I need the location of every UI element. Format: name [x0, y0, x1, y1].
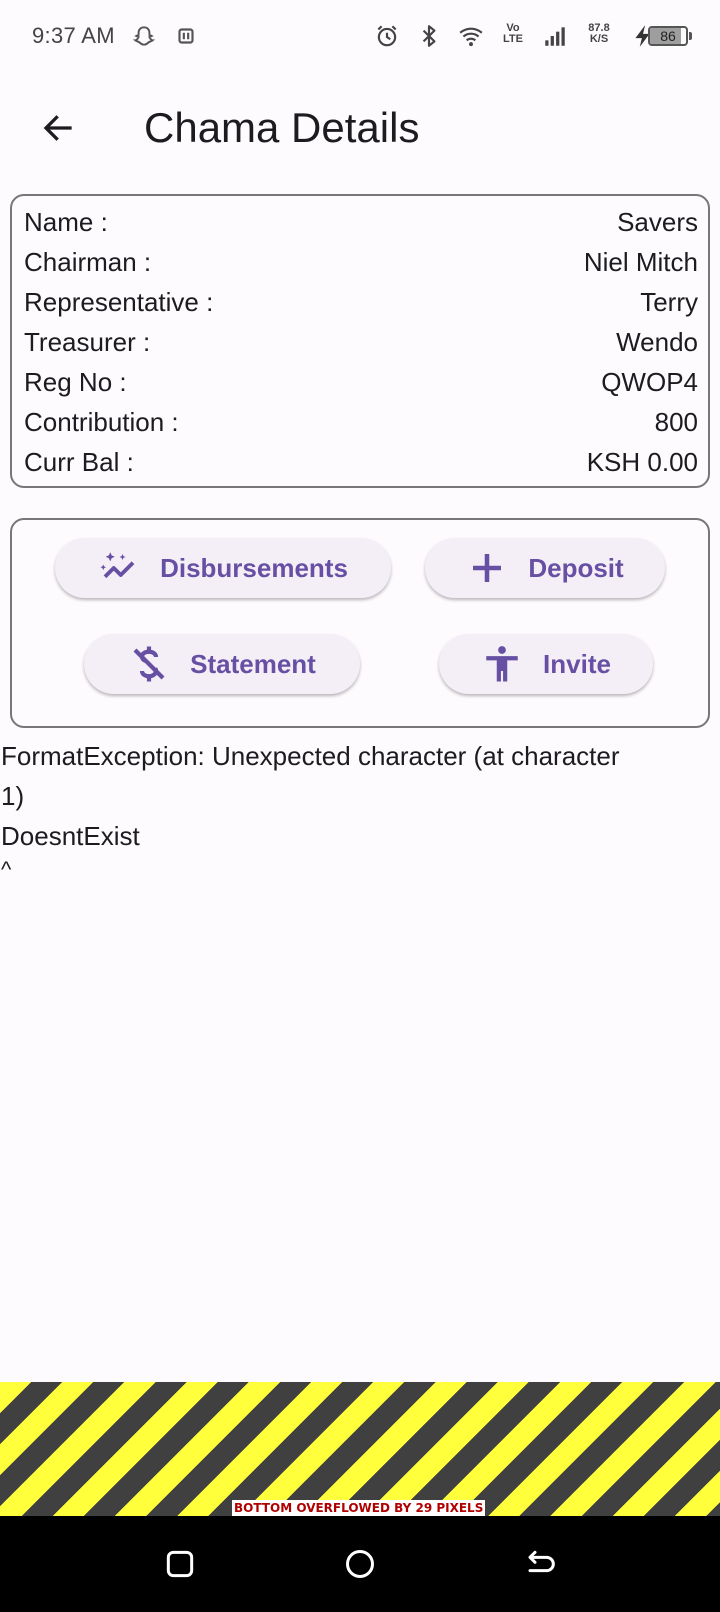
detail-value: 800: [654, 406, 698, 437]
plus-icon: [473, 554, 502, 582]
system-nav-bar: [0, 1516, 720, 1612]
deposit-label: Deposit: [528, 552, 624, 583]
actions-card: Disbursements Deposit Statement Invite: [10, 518, 710, 728]
disbursements-label: Disbursements: [160, 552, 348, 583]
error-line-3: DoesntExist: [1, 821, 140, 851]
signal-icon: [542, 23, 568, 49]
disbursements-button[interactable]: Disbursements: [55, 538, 391, 598]
detail-row-treasurer: Treasurer : Wendo: [24, 322, 698, 362]
detail-label: Chairman :: [24, 246, 152, 277]
detail-value: Wendo: [616, 326, 698, 357]
accessibility-icon: [486, 646, 518, 682]
detail-label: Name :: [24, 206, 108, 237]
arrow-back-icon: [43, 115, 72, 141]
volte-bottom-text: LTE: [503, 33, 523, 45]
detail-row-representative: Representative : Terry: [24, 282, 698, 322]
status-bar: 9:37 AM Vo LTE 87.8 K/S 86: [0, 0, 720, 72]
detail-row-curr-bal: Curr Bal : KSH 0.00: [24, 442, 698, 482]
invite-label: Invite: [543, 648, 611, 679]
detail-label: Representative :: [24, 286, 214, 317]
detail-row-reg-no: Reg No : QWOP4: [24, 362, 698, 402]
detail-value: Terry: [640, 286, 698, 317]
detail-label: Treasurer :: [24, 326, 151, 357]
error-caret: ^: [1, 857, 12, 882]
money-off-icon: [133, 646, 165, 682]
detail-value: Niel Mitch: [583, 246, 698, 277]
error-line-2: 1): [1, 781, 25, 811]
detail-label: Curr Bal :: [24, 446, 134, 477]
deposit-button[interactable]: Deposit: [425, 538, 665, 598]
status-time: 9:37 AM: [32, 23, 115, 48]
nfc-icon: [173, 23, 199, 49]
status-left-group: 9:37 AM: [32, 23, 199, 49]
detail-label: Contribution :: [24, 406, 179, 437]
detail-value: QWOP4: [601, 366, 698, 397]
statement-label: Statement: [190, 648, 316, 679]
status-right-group: Vo LTE 87.8 K/S 86: [374, 23, 692, 49]
battery-level: 86: [660, 28, 676, 44]
detail-row-contribution: Contribution : 800: [24, 402, 698, 442]
back-button[interactable]: [28, 98, 88, 158]
volte-icon: Vo LTE: [500, 23, 526, 49]
error-message: FormatException: Unexpected character (a…: [1, 736, 711, 884]
system-back-button[interactable]: [520, 1544, 560, 1584]
detail-value: Savers: [617, 206, 698, 237]
charging-bolt-icon: [630, 23, 650, 49]
chama-details-card: Name : Savers Chairman : Niel Mitch Repr…: [10, 194, 710, 488]
recents-button[interactable]: [160, 1544, 200, 1584]
auto-graph-icon: [100, 552, 135, 579]
battery-indicator: 86: [630, 23, 692, 49]
app-bar: Chama Details: [0, 72, 720, 184]
home-button[interactable]: [340, 1544, 380, 1584]
alarm-icon: [374, 23, 400, 49]
overflow-warning-label: BOTTOM OVERFLOWED BY 29 PIXELS: [232, 1500, 486, 1516]
invite-button[interactable]: Invite: [439, 634, 653, 694]
recents-icon: [166, 1550, 194, 1578]
bluetooth-icon: [416, 23, 442, 49]
home-circle-icon: [346, 1550, 374, 1578]
back-gesture-icon: [528, 1550, 555, 1573]
detail-value: KSH 0.00: [586, 446, 698, 477]
overflow-warning-stripes: BOTTOM OVERFLOWED BY 29 PIXELS: [0, 1382, 720, 1516]
network-speed: 87.8 K/S: [584, 23, 614, 49]
statement-button[interactable]: Statement: [84, 634, 360, 694]
error-line-1: FormatException: Unexpected character (a…: [1, 741, 620, 771]
battery-tip: [689, 32, 692, 40]
battery-icon: 86: [648, 26, 688, 46]
snapchat-ghost-icon: [131, 23, 157, 49]
detail-row-name: Name : Savers: [24, 202, 698, 242]
wifi-icon: [458, 23, 484, 49]
detail-row-chairman: Chairman : Niel Mitch: [24, 242, 698, 282]
detail-label: Reg No :: [24, 366, 127, 397]
network-speed-unit: K/S: [589, 33, 609, 45]
page-title: Chama Details: [144, 104, 420, 151]
